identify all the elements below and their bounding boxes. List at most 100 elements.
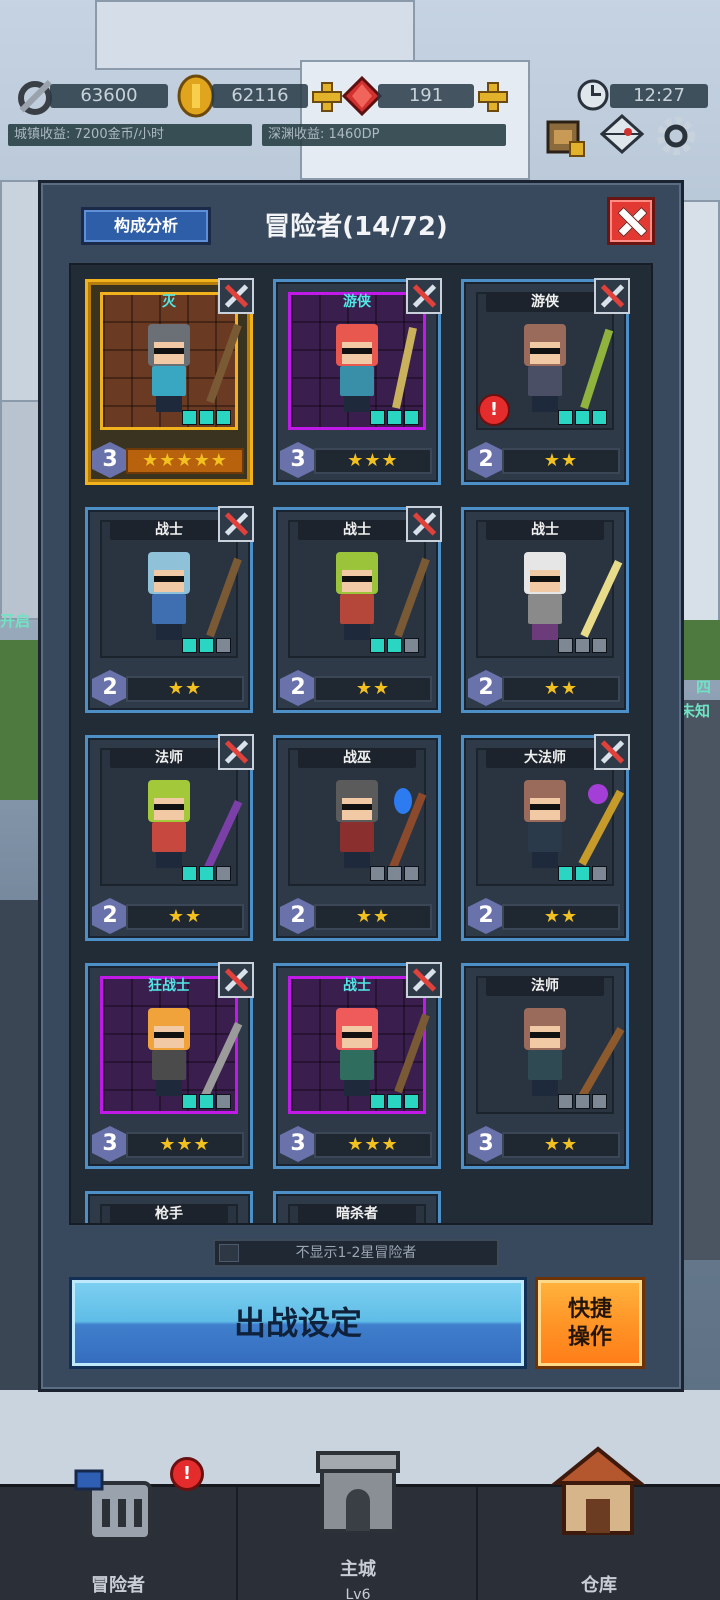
close-icon — [618, 208, 644, 234]
sortie-settings-button[interactable]: 出战设定 — [69, 1277, 527, 1369]
nav-main-city[interactable]: 主城 Lv6 — [240, 1451, 478, 1600]
star-rating: ★★ — [126, 904, 244, 930]
adventurer-card[interactable]: 游侠 3 ★★★ — [273, 278, 442, 485]
adventurer-card[interactable]: 游侠 ! 2 ★★ — [461, 278, 630, 485]
quick-action-label-1: 快捷 — [567, 1297, 612, 1322]
equipment-icons — [182, 1094, 231, 1109]
adventurer-card[interactable]: 暗杀者 — [273, 1191, 441, 1223]
swap-weapon-icon[interactable] — [218, 278, 254, 314]
adventurer-card[interactable]: 灭 3 ★★★★★ — [85, 278, 254, 485]
adventurer-card[interactable]: 枪手 — [85, 1191, 253, 1223]
hide-low-star-label: 不显示1-2星冒险者 — [295, 1245, 417, 1261]
class-label: 战士 — [343, 978, 371, 994]
class-label: 狂战士 — [148, 978, 190, 994]
adventurer-card[interactable]: 战士 2 ★★ — [461, 507, 629, 713]
class-label: 战士 — [298, 520, 416, 540]
mail-icon[interactable] — [598, 112, 644, 158]
gold-value: 62116 — [212, 84, 308, 108]
class-label: 游侠 — [343, 294, 371, 310]
class-label: 灭 — [162, 294, 176, 310]
nav-warehouse-label: 仓库 — [581, 1575, 617, 1596]
star-rating: ★★ — [502, 448, 620, 474]
adventurer-card[interactable]: 法师 3 ★★ — [461, 963, 629, 1169]
right-edge-text-1: 四 — [696, 678, 712, 696]
class-label: 暗杀者 — [298, 1204, 416, 1223]
swap-weapon-icon[interactable] — [594, 278, 630, 314]
swap-weapon-icon[interactable] — [406, 278, 442, 314]
star-rating: ★★★★★ — [126, 448, 244, 474]
power-value: 63600 — [50, 84, 168, 108]
hide-low-star-checkbox[interactable] — [219, 1244, 239, 1262]
star-rating: ★★ — [502, 676, 620, 702]
purple-orb-icon — [588, 784, 608, 804]
swap-weapon-icon[interactable] — [218, 506, 254, 542]
knight-helmet-icon — [74, 1469, 152, 1541]
adventurer-card[interactable]: 战士 2 ★★ — [273, 506, 442, 713]
swap-weapon-icon[interactable] — [218, 962, 254, 998]
star-rating: ★★★ — [126, 1132, 244, 1158]
clock-icon — [577, 79, 609, 111]
right-edge-text-2: 未知 — [680, 702, 711, 720]
level-badge: 3 — [280, 1126, 316, 1162]
add-gold-button[interactable] — [312, 82, 342, 112]
class-label: 战巫 — [298, 748, 416, 768]
equipment-icons — [558, 1094, 607, 1109]
add-gem-button[interactable] — [478, 82, 508, 112]
equipment-icons — [182, 638, 231, 653]
nav-main-city-label: 主城 — [340, 1559, 376, 1580]
composition-analysis-button[interactable]: 构成分析 — [81, 207, 211, 245]
hide-low-star-toggle[interactable]: 不显示1-2星冒险者 — [213, 1239, 499, 1267]
castle-gate-icon — [316, 1451, 400, 1533]
left-edge-text: 开启 — [0, 612, 31, 630]
star-rating: ★★★ — [314, 1132, 432, 1158]
quick-action-label-2: 操作 — [567, 1325, 612, 1350]
class-label: 法师 — [486, 976, 604, 996]
star-rating: ★★ — [314, 904, 432, 930]
adventurers-alert-icon: ! — [170, 1457, 204, 1491]
adventurer-card[interactable]: 狂战士 3 ★★★ — [85, 962, 254, 1169]
class-label: 大法师 — [486, 748, 604, 768]
settings-gear-icon[interactable] — [654, 114, 698, 158]
adventurer-card[interactable]: 法师 2 ★★ — [85, 734, 254, 941]
adventurer-card[interactable]: 战士 3 ★★★ — [273, 962, 442, 1169]
level-badge: 3 — [280, 442, 316, 478]
clock-time: 12:27 — [610, 84, 708, 108]
adventurer-card[interactable]: 战巫 2 ★★ — [273, 735, 441, 941]
level-badge: 2 — [468, 442, 504, 478]
adventurer-card[interactable]: 大法师 2 ★★ — [461, 734, 630, 941]
class-label: 枪手 — [110, 1204, 228, 1223]
gold-coin-icon — [177, 74, 215, 118]
level-badge: 2 — [92, 670, 128, 706]
level-badge: 3 — [468, 1126, 504, 1162]
class-label: 战士 — [486, 520, 604, 540]
town-income: 城镇收益: 7200金币/小时 — [8, 124, 252, 146]
level-badge: 2 — [280, 670, 316, 706]
bottom-nav: ! 冒险者 主城 Lv6 仓库 — [0, 1446, 720, 1600]
star-rating: ★★ — [314, 676, 432, 702]
adventurer-panel: 构成分析 冒险者(14/72) 灭 3 ★★★★★ 游侠 3 ★★★ 游侠 ! … — [38, 180, 684, 1392]
nav-adventurers-label: 冒险者 — [91, 1575, 145, 1596]
nav-warehouse[interactable]: 仓库 — [480, 1446, 718, 1600]
star-rating: ★★★ — [314, 448, 432, 474]
gem-value: 191 — [378, 84, 474, 108]
class-label: 游侠 — [486, 292, 604, 312]
panel-title: 冒险者(14/72) — [264, 212, 448, 242]
swap-weapon-icon[interactable] — [406, 962, 442, 998]
swap-weapon-icon[interactable] — [218, 734, 254, 770]
warehouse-house-icon — [550, 1446, 646, 1535]
class-label: 战士 — [110, 520, 228, 540]
nav-main-city-level: Lv6 — [345, 1587, 371, 1600]
gem-icon — [342, 76, 382, 116]
alert-icon[interactable]: ! — [478, 394, 510, 426]
equipment-icons — [558, 866, 607, 881]
swap-weapon-icon[interactable] — [406, 506, 442, 542]
adventurer-card[interactable]: 战士 2 ★★ — [85, 506, 254, 713]
adventurer-grid[interactable]: 灭 3 ★★★★★ 游侠 3 ★★★ 游侠 ! 2 ★★ 战士 2 ★★ 战士 … — [69, 263, 653, 1225]
swap-weapon-icon[interactable] — [594, 734, 630, 770]
quick-action-button[interactable]: 快捷 操作 — [535, 1277, 645, 1369]
close-button[interactable] — [607, 197, 655, 245]
army-helmet-icon[interactable] — [540, 112, 588, 160]
nav-adventurers[interactable]: ! 冒险者 — [0, 1457, 238, 1600]
equipment-icons — [370, 866, 419, 881]
equipment-icons — [370, 1094, 419, 1109]
